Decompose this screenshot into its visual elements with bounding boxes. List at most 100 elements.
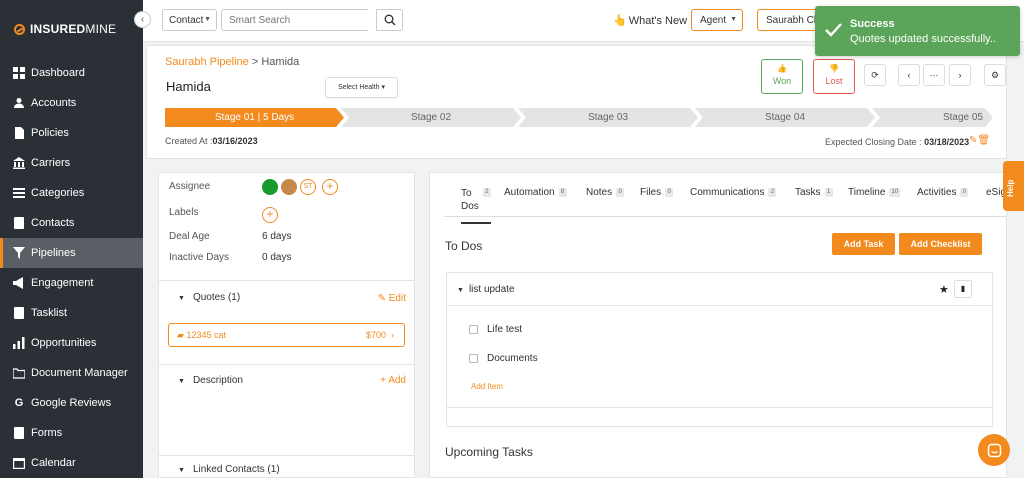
star-icon[interactable]: ★ xyxy=(939,283,949,296)
check-icon xyxy=(825,23,842,37)
more-button[interactable]: ··· xyxy=(923,64,945,86)
todos-title: To Dos xyxy=(445,239,483,253)
sidebar-item-calendar[interactable]: Calendar xyxy=(0,448,143,478)
pencil-icon: ✎ xyxy=(377,293,386,304)
trash-icon[interactable]: 🗑 xyxy=(977,135,990,146)
sidebar: INSUREDMINE Dashboard Accounts Policies … xyxy=(0,0,143,478)
sidebar-item-document-manager[interactable]: Document Manager xyxy=(0,358,143,388)
search-icon xyxy=(384,14,395,26)
checklist-item[interactable]: Documents xyxy=(469,353,538,364)
checklist-item[interactable]: Life test xyxy=(469,324,522,335)
tab-activities[interactable]: Activities 0 xyxy=(917,187,969,198)
edit-quotes-button[interactable]: ✎ Edit xyxy=(378,293,406,304)
lost-button[interactable]: 👎 Lost xyxy=(813,59,855,94)
delete-checklist-button[interactable]: ▮ xyxy=(954,280,972,298)
quote-item[interactable]: ▰ 12345 cat $700 › xyxy=(168,323,405,347)
sidebar-item-label: Dashboard xyxy=(31,67,85,79)
sidebar-item-accounts[interactable]: Accounts xyxy=(0,88,143,118)
sidebar-item-label: Document Manager xyxy=(31,367,128,379)
stage-04[interactable]: Stage 04 xyxy=(695,108,875,127)
caret-down-icon: ▼ xyxy=(178,467,185,474)
sidebar-item-forms[interactable]: Forms xyxy=(0,418,143,448)
tab-label: Tasks xyxy=(795,187,821,198)
list-icon xyxy=(13,187,25,199)
add-checklist-button[interactable]: Add Checklist xyxy=(899,233,982,255)
search-button[interactable] xyxy=(376,9,403,31)
labels-label: Labels xyxy=(169,207,199,218)
sidebar-item-engagement[interactable]: Engagement xyxy=(0,268,143,298)
next-button[interactable]: › xyxy=(949,64,971,86)
deal-title: Hamida xyxy=(166,79,211,94)
previous-button[interactable]: ‹ xyxy=(898,64,920,86)
sidebar-item-pipelines[interactable]: Pipelines xyxy=(0,238,143,268)
sidebar-collapse-button[interactable]: ‹ xyxy=(134,11,151,28)
quotes-section-toggle[interactable]: ▼ Quotes (1) xyxy=(178,292,240,303)
inactive-days-value: 0 days xyxy=(262,252,292,263)
tab-notes[interactable]: Notes 0 xyxy=(586,187,625,198)
divider xyxy=(159,455,414,456)
breadcrumb-pipeline-link[interactable]: Saurabh Pipeline xyxy=(165,56,249,68)
stage-01[interactable]: Stage 01 | 5 Days xyxy=(165,108,344,127)
tab-communications[interactable]: Communications 2 xyxy=(690,187,777,198)
checkbox[interactable] xyxy=(469,325,478,334)
sidebar-item-dashboard[interactable]: Dashboard xyxy=(0,58,143,88)
sidebar-item-categories[interactable]: Categories xyxy=(0,178,143,208)
add-description-button[interactable]: + Add xyxy=(380,375,406,386)
trash-icon: ▮ xyxy=(960,284,966,293)
description-title: Description xyxy=(192,375,243,386)
agent-select[interactable]: Agent ▼ xyxy=(691,9,743,31)
tab-timeline[interactable]: Timeline 10 xyxy=(848,187,901,198)
plus-icon: + xyxy=(266,207,274,221)
tab-label: Notes xyxy=(586,187,613,198)
tab-todos[interactable]: To Dos 2 xyxy=(461,187,491,224)
sidebar-item-carriers[interactable]: Carriers xyxy=(0,148,143,178)
add-assignee-button[interactable]: + xyxy=(322,179,338,195)
whats-new-link[interactable]: 👆 What's New xyxy=(613,14,687,27)
search-scope-select[interactable]: Contact ▼ xyxy=(162,9,217,31)
help-tab[interactable]: Help xyxy=(1003,161,1024,211)
sidebar-item-label: Accounts xyxy=(31,97,77,109)
thumbs-up-icon: 👍 xyxy=(777,64,787,73)
stage-05[interactable]: Stage 05 xyxy=(872,108,993,127)
add-label-button[interactable]: + xyxy=(262,207,278,223)
lost-label: Lost xyxy=(825,76,843,86)
add-item-link[interactable]: Add Item xyxy=(471,382,503,391)
checkbox[interactable] xyxy=(469,354,478,363)
sidebar-item-opportunities[interactable]: Opportunities xyxy=(0,328,143,358)
checklist-icon xyxy=(13,307,25,319)
thumbs-down-icon: 👎 xyxy=(829,64,839,73)
won-button[interactable]: 👍 Won xyxy=(761,59,803,94)
chat-button[interactable] xyxy=(978,434,1010,466)
tab-label: Automation xyxy=(504,187,555,198)
brand-logo[interactable]: INSUREDMINE xyxy=(14,22,116,36)
settings-button[interactable]: ⚙ xyxy=(984,64,1006,86)
tab-files[interactable]: Files 0 xyxy=(640,187,674,198)
refresh-button[interactable]: ⟳ xyxy=(864,64,886,86)
sidebar-item-policies[interactable]: Policies xyxy=(0,118,143,148)
stage-02[interactable]: Stage 02 xyxy=(341,108,521,127)
divider xyxy=(159,280,414,281)
checklist-toggle[interactable]: ▼ list update xyxy=(457,284,515,295)
assignee-label: Assignee xyxy=(169,181,211,192)
tab-tasks[interactable]: Tasks 1 xyxy=(795,187,833,198)
stage-03[interactable]: Stage 03 xyxy=(518,108,698,127)
tab-label: Activities xyxy=(917,187,957,198)
add-task-button[interactable]: Add Task xyxy=(832,233,895,255)
success-toast[interactable]: Success Quotes updated successfully.. xyxy=(815,6,1020,56)
tab-automation[interactable]: Automation 8 xyxy=(504,187,567,198)
user-select-value: Saurabh Ch xyxy=(766,15,820,26)
avatar-initials[interactable]: ST xyxy=(300,179,316,195)
brand-name-light: MINE xyxy=(85,22,117,36)
sidebar-item-tasklist[interactable]: Tasklist xyxy=(0,298,143,328)
linked-contacts-section-toggle[interactable]: ▼ Linked Contacts (1) xyxy=(178,464,280,475)
avatar[interactable] xyxy=(262,179,278,195)
description-section-toggle[interactable]: ▼ Description xyxy=(178,375,243,386)
smart-search-input[interactable] xyxy=(221,9,368,31)
tab-label: Dos xyxy=(461,201,479,212)
select-health-dropdown[interactable]: Select Health ▾ xyxy=(325,77,398,98)
sidebar-item-contacts[interactable]: Contacts xyxy=(0,208,143,238)
avatar[interactable] xyxy=(281,179,297,195)
sidebar-item-google-reviews[interactable]: G Google Reviews xyxy=(0,388,143,418)
pipeline-stages: Stage 01 | 5 Days Stage 02 Stage 03 Stag… xyxy=(165,108,993,127)
quote-name: 12345 cat xyxy=(186,330,226,340)
